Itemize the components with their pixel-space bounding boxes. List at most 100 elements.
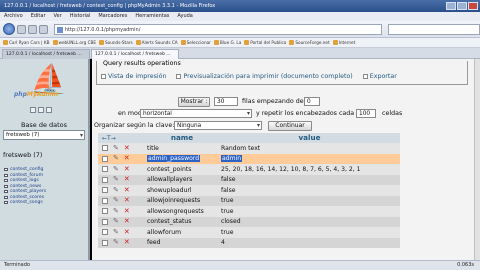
bookmark-item[interactable]: Carl Ryan Cars | KB: [3, 38, 50, 47]
cell-value[interactable]: true: [219, 197, 400, 204]
row-checkbox[interactable]: [102, 229, 108, 236]
print-full-link[interactable]: Previsualización para imprimir (document…: [176, 73, 353, 80]
forward-icon[interactable]: [16, 24, 26, 34]
mode-select[interactable]: horizontal: [140, 109, 252, 118]
close-button[interactable]: [468, 2, 478, 10]
cell-value[interactable]: 4: [219, 239, 400, 246]
delete-x-icon[interactable]: ✕: [124, 155, 130, 162]
table-row[interactable]: ✎ ✕ showuploadurl false: [98, 185, 400, 196]
back-icon[interactable]: [3, 23, 15, 35]
delete-x-icon[interactable]: ✕: [124, 144, 130, 152]
cell-value[interactable]: Random text: [219, 145, 400, 152]
cell-name[interactable]: showuploadurl: [145, 187, 219, 194]
database-select[interactable]: fretsweb (7): [3, 130, 85, 140]
menu-marcadores[interactable]: Marcadores: [98, 12, 127, 21]
cell-value[interactable]: false: [219, 187, 400, 194]
delete-x-icon[interactable]: ✕: [124, 239, 130, 246]
sort-arrows-icon[interactable]: ←T→: [102, 135, 116, 142]
edit-pencil-icon[interactable]: ✎: [113, 165, 119, 173]
menu-editar[interactable]: Editar: [31, 12, 46, 21]
row-checkbox[interactable]: [102, 208, 108, 215]
export-link[interactable]: Exportar: [362, 73, 397, 80]
cell-name[interactable]: admin_password: [145, 155, 219, 163]
edit-pencil-icon[interactable]: ✎: [113, 239, 119, 246]
bookmark-item[interactable]: Internet: [332, 38, 355, 47]
rows-start-input[interactable]: 0: [304, 97, 320, 106]
table-row[interactable]: ✎ ✕ feed 4: [98, 237, 400, 248]
row-checkbox[interactable]: [102, 197, 108, 204]
browser-tab[interactable]: 127.0.0.1 / localhost / fretsweb ...: [2, 49, 90, 59]
bookmark-item[interactable]: Blue G. La: [213, 38, 241, 47]
cell-value[interactable]: true: [219, 229, 400, 236]
print-view-link[interactable]: Vista de impresión: [101, 73, 166, 80]
bookmark-item[interactable]: SourceForge.net: [289, 38, 330, 47]
row-checkbox[interactable]: [102, 187, 108, 194]
repeat-input[interactable]: 100: [356, 109, 376, 118]
menu-ver[interactable]: Ver: [54, 12, 62, 21]
cell-name[interactable]: allowjoinrequests: [145, 197, 219, 204]
menu-historial[interactable]: Historial: [70, 12, 91, 21]
bookmark-item[interactable]: Sounds-Stars: [99, 38, 133, 47]
table-row[interactable]: ✎ ✕ allowjoinrequests true: [98, 195, 400, 206]
table-link[interactable]: contest_songs: [4, 200, 46, 206]
edit-pencil-icon[interactable]: ✎: [113, 197, 119, 204]
sort-select[interactable]: Ninguna: [174, 121, 262, 130]
cell-value[interactable]: admin: [219, 155, 400, 163]
show-button[interactable]: Mostrar :: [178, 97, 210, 107]
cell-name[interactable]: feed: [145, 239, 219, 246]
cell-value[interactable]: 25, 20, 18, 16, 14, 12, 10, 8, 7, 6, 5, …: [219, 166, 400, 173]
menu-ayuda[interactable]: Ayuda: [177, 12, 192, 21]
cell-value[interactable]: false: [219, 176, 400, 183]
delete-x-icon[interactable]: ✕: [124, 218, 130, 225]
bookmark-item[interactable]: Seleccionar: [180, 38, 211, 47]
phpmyadmin-logo[interactable]: ⛵ phpMyAdmin: [14, 66, 80, 107]
table-row[interactable]: ✎ ✕ allowforum true: [98, 227, 400, 238]
table-row[interactable]: ✎ ✕ admin_password admin: [98, 153, 400, 164]
edit-pencil-icon[interactable]: ✎: [113, 228, 119, 236]
database-heading[interactable]: fretsweb (7): [3, 151, 42, 159]
table-row[interactable]: ✎ ✕ title Random text: [98, 143, 400, 154]
vertical-scrollbar[interactable]: [474, 59, 480, 260]
edit-pencil-icon[interactable]: ✎: [113, 176, 119, 183]
cell-name[interactable]: title: [145, 145, 219, 152]
table-row[interactable]: ✎ ✕ allowallplayers false: [98, 174, 400, 185]
bookmark-item[interactable]: Portal del Publico: [244, 38, 286, 47]
row-checkbox[interactable]: [102, 145, 108, 152]
row-checkbox[interactable]: [102, 239, 108, 246]
delete-x-icon[interactable]: ✕: [124, 165, 130, 173]
edit-pencil-icon[interactable]: ✎: [113, 218, 119, 225]
edit-pencil-icon[interactable]: ✎: [113, 207, 119, 215]
minimize-button[interactable]: [446, 2, 456, 10]
bookmark-item[interactable]: webUNLL.org CBE: [52, 38, 96, 47]
edit-pencil-icon[interactable]: ✎: [113, 186, 119, 194]
row-checkbox[interactable]: [102, 176, 108, 183]
menu-herramientas[interactable]: Herramientas: [135, 12, 169, 21]
column-header-name[interactable]: name: [145, 133, 219, 143]
continue-button[interactable]: Continuar: [268, 121, 312, 131]
edit-pencil-icon[interactable]: ✎: [113, 155, 119, 162]
cell-value[interactable]: closed: [219, 218, 400, 225]
cell-name[interactable]: contest_status: [145, 218, 219, 225]
cell-name[interactable]: allowsongrequests: [145, 208, 219, 215]
column-header-value[interactable]: value: [219, 133, 400, 143]
delete-x-icon[interactable]: ✕: [124, 207, 130, 215]
home-icon[interactable]: [38, 24, 48, 34]
cell-value[interactable]: true: [219, 208, 400, 215]
row-checkbox[interactable]: [102, 218, 108, 225]
rows-input[interactable]: 30: [214, 97, 238, 106]
delete-x-icon[interactable]: ✕: [124, 176, 130, 183]
home-icon[interactable]: [30, 107, 36, 113]
row-checkbox[interactable]: [102, 155, 108, 162]
cell-name[interactable]: allowforum: [145, 229, 219, 236]
menu-archivo[interactable]: Archivo: [4, 12, 23, 21]
address-bar[interactable]: http://127.0.0.1/phpmyadmin/: [53, 23, 383, 35]
delete-x-icon[interactable]: ✕: [124, 228, 130, 236]
cell-name[interactable]: allowallplayers: [145, 176, 219, 183]
docs-icon[interactable]: [46, 107, 52, 113]
row-checkbox[interactable]: [102, 166, 108, 173]
reload-icon[interactable]: [27, 24, 37, 34]
query-window-icon[interactable]: [38, 107, 44, 113]
edit-pencil-icon[interactable]: ✎: [113, 144, 119, 152]
table-row[interactable]: ✎ ✕ allowsongrequests true: [98, 206, 400, 217]
search-box[interactable]: [388, 23, 480, 35]
